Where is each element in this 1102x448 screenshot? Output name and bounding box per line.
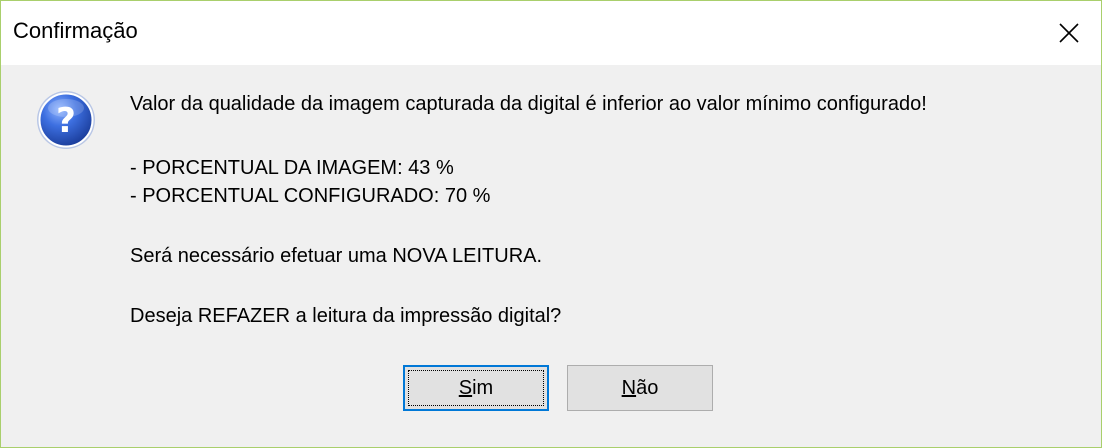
close-button[interactable] (1037, 1, 1101, 65)
focus-indicator (408, 370, 544, 406)
question-icon: ? (35, 89, 97, 151)
yes-button[interactable]: Sim (403, 365, 549, 411)
window-title: Confirmação (13, 18, 138, 43)
image-percent-text: - PORCENTUAL DA IMAGEM: 43 % (130, 157, 454, 179)
title-bar[interactable]: Confirmação (1, 1, 1101, 65)
no-mnemonic: N (621, 376, 637, 399)
configured-percent-text: - PORCENTUAL CONFIGURADO: 70 % (130, 185, 491, 207)
svg-text:?: ? (56, 101, 76, 141)
new-read-text: Será necessário efetuar uma NOVA LEITURA… (130, 245, 543, 267)
dialog-content: ? Valor da qualidade da imagem capturada… (1, 65, 1101, 447)
question-text: Deseja REFAZER a leitura da impressão di… (130, 305, 562, 327)
close-icon (1059, 23, 1079, 43)
warning-text: Valor da qualidade da imagem capturada d… (130, 93, 927, 115)
no-button[interactable]: Não (567, 365, 713, 411)
no-label-rest: ão (636, 376, 659, 399)
dialog-window: Confirmação ? Valor da qualidade da imag… (0, 0, 1102, 448)
